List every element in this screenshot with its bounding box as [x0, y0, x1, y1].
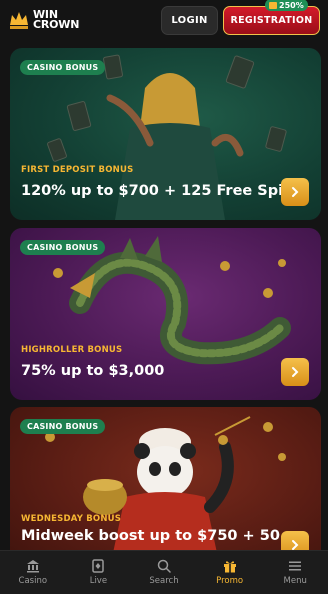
chevron-right-icon [292, 187, 299, 197]
promo-card-highroller[interactable]: CASINO BONUS HIGHROLLER BONUS 75% up to … [10, 228, 321, 400]
menu-icon [289, 561, 302, 571]
bonus-title: Midweek boost up to $750 + 50 [21, 528, 280, 544]
casino-bonus-badge: CASINO BONUS [20, 419, 106, 434]
nav-item-live[interactable]: Live [66, 551, 132, 594]
bonus-title: 75% up to $3,000 [21, 363, 165, 379]
live-icon [92, 559, 105, 573]
win-crown-logo[interactable]: WIN CROWN [8, 9, 79, 31]
login-button[interactable]: LOGIN [161, 6, 218, 35]
nav-item-casino[interactable]: Casino [0, 551, 66, 594]
nav-item-menu[interactable]: Menu [262, 551, 328, 594]
casino-bonus-badge: CASINO BONUS [20, 240, 106, 255]
nav-item-search[interactable]: Search [131, 551, 197, 594]
nav-item-promo[interactable]: Promo [197, 551, 263, 594]
bottom-navigation: Casino Live Search Promo Menu [0, 550, 328, 594]
bonus-type-label: HIGHROLLER BONUS [21, 345, 123, 355]
gift-icon [269, 1, 277, 9]
registration-bonus-badge: 250% [265, 0, 308, 11]
casino-bonus-badge: CASINO BONUS [20, 60, 106, 75]
promo-card-wednesday[interactable]: CASINO BONUS WEDNESDAY BONUS Midweek boo… [10, 407, 321, 567]
crown-icon [10, 12, 28, 29]
bonus-type-label: WEDNESDAY BONUS [21, 514, 122, 524]
open-promo-button[interactable] [281, 358, 309, 386]
nav-label: Menu [283, 576, 307, 586]
gift-icon [223, 561, 236, 573]
bonus-type-label: FIRST DEPOSIT BONUS [21, 165, 134, 175]
nav-label: Search [149, 576, 179, 586]
promo-card-first-deposit[interactable]: CASINO BONUS FIRST DEPOSIT BONUS 120% up… [10, 48, 321, 220]
app-header: WIN CROWN LOGIN REGISTRATION 250% [0, 0, 328, 42]
search-icon [157, 559, 171, 573]
registration-bonus-value: 250% [279, 0, 304, 10]
logo-text-line2: CROWN [33, 18, 80, 31]
casino-icon [26, 560, 39, 573]
open-promo-button[interactable] [281, 178, 309, 206]
nav-label: Casino [18, 576, 48, 586]
nav-label: Promo [216, 576, 244, 586]
bonus-title: 120% up to $700 + 125 Free Spins [21, 183, 303, 199]
chevron-right-icon [292, 367, 299, 377]
nav-label: Live [89, 576, 108, 586]
